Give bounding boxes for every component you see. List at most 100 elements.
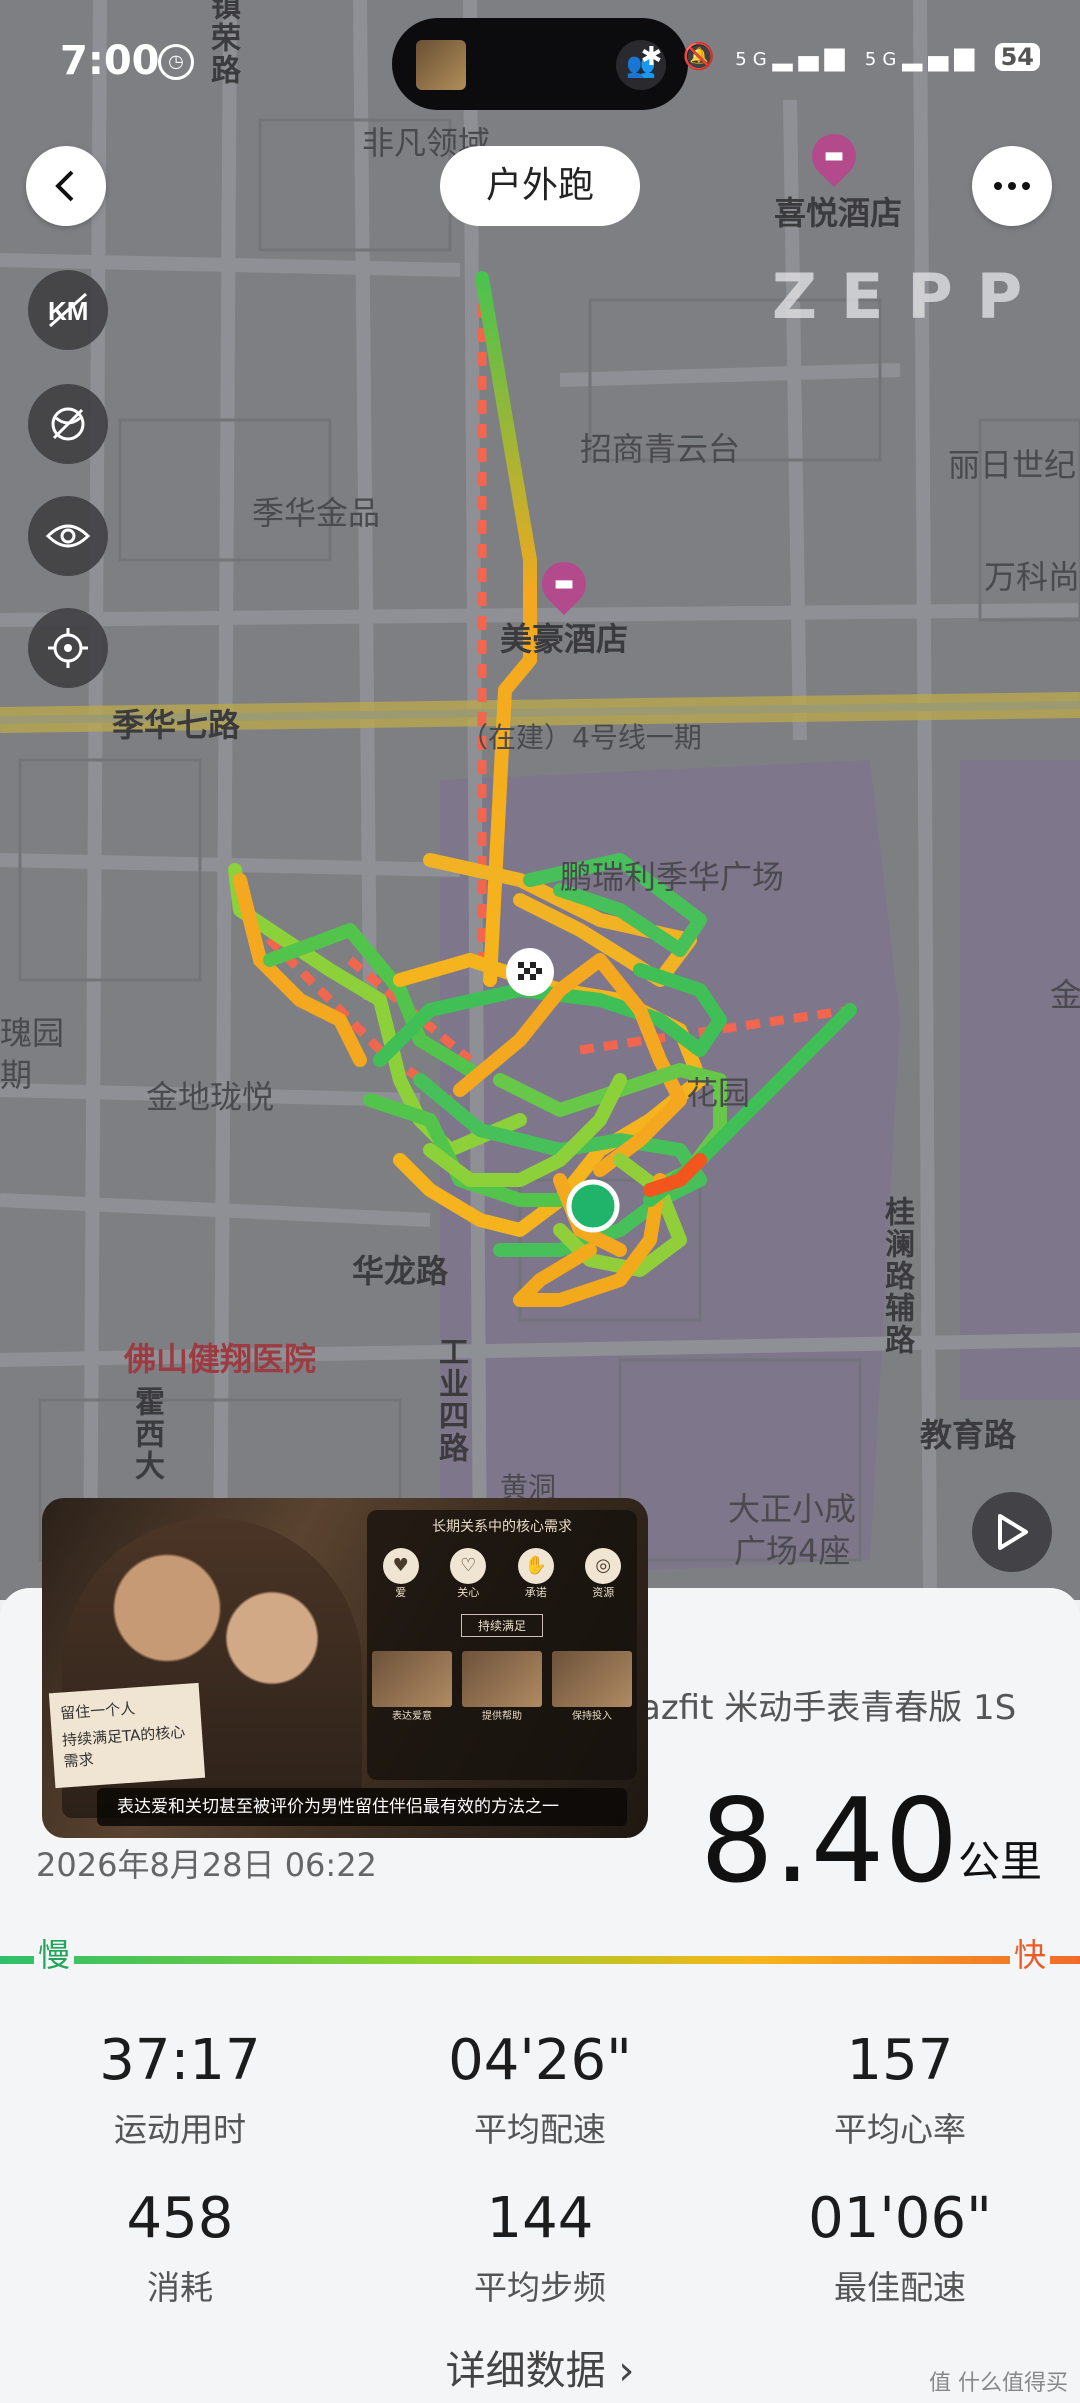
km-marker-toggle[interactable]: KM bbox=[28, 270, 108, 350]
ad-icon-label: 关心 bbox=[457, 1586, 480, 1599]
ad-icon-label: 资源 bbox=[592, 1586, 615, 1599]
ad-photo-label: 保持投入 bbox=[572, 1711, 612, 1722]
ad-icon-label: 承诺 bbox=[524, 1586, 547, 1599]
stat-label: 最佳配速 bbox=[834, 2268, 966, 2307]
back-button[interactable] bbox=[26, 146, 106, 226]
map-label: 招商青云台 bbox=[580, 430, 741, 468]
stat-value: 458 bbox=[126, 2186, 234, 2251]
network-label: 5G bbox=[735, 49, 773, 70]
detail-data-link[interactable]: 详细数据 › bbox=[0, 2338, 1080, 2396]
ad-photo-label: 表达爱意 bbox=[392, 1711, 432, 1722]
ad-photo-item: 提供帮助 bbox=[462, 1651, 542, 1722]
map-label-road: 桂澜路辅路 bbox=[879, 1196, 914, 1356]
distance-unit: 公里 bbox=[958, 1837, 1043, 1886]
ad-box: 持续满足 bbox=[461, 1614, 543, 1637]
ad-note-line: 持续满足TA的核心需求 bbox=[61, 1722, 186, 1771]
status-bar: 7:00 ◷ 👥 ✱ 🔕 5G▂▄▆ 5G▂▄▆ 54 bbox=[0, 0, 1080, 130]
handshake-icon: ✋ bbox=[517, 1548, 554, 1584]
media-thumbnail bbox=[416, 40, 466, 90]
crosshair-icon bbox=[48, 628, 88, 668]
signal-icon: ▂▄▆ bbox=[772, 42, 851, 72]
stat-value: 144 bbox=[486, 2186, 594, 2251]
stat-value: 04'26" bbox=[448, 2028, 632, 2093]
bluetooth-icon: ✱ bbox=[640, 42, 669, 72]
ad-photo-label: 提供帮助 bbox=[482, 1711, 522, 1722]
zepp-watermark: ZEPP bbox=[772, 260, 1047, 333]
network-label-2: 5G bbox=[864, 49, 903, 70]
hotel-pin-icon: ▬ bbox=[802, 124, 866, 188]
map-label-road: 华龙路 bbox=[352, 1252, 449, 1290]
hotel-pin-icon: ▬ bbox=[532, 552, 596, 616]
heart-icon: ♥ bbox=[382, 1548, 419, 1584]
fast-label: 快 bbox=[1010, 1930, 1051, 1976]
battery-icon: 54 bbox=[994, 43, 1040, 71]
ad-icon-row: ♥ 爱 ♡ 关心 ✋ 承诺 ◎ 资源 bbox=[367, 1548, 637, 1600]
visibility-toggle[interactable] bbox=[28, 496, 108, 576]
ad-note-line: 留住一个人 bbox=[59, 1699, 136, 1723]
ad-photo-thumb bbox=[552, 1651, 632, 1707]
globe-off-icon bbox=[51, 407, 85, 441]
ad-icon-resources: ◎ 资源 bbox=[583, 1548, 623, 1600]
map-label: 季华金品 bbox=[252, 494, 381, 532]
stat-avg-pace: 04'26" 平均配速 bbox=[370, 2028, 710, 2151]
eye-icon bbox=[46, 524, 90, 548]
replay-button[interactable] bbox=[972, 1492, 1052, 1572]
alarm-clock-icon: ◷ bbox=[158, 44, 194, 80]
map-label: 金地珑悦 bbox=[146, 1078, 275, 1116]
pace-gradient-bar bbox=[0, 1956, 1080, 1964]
distance-value: 8.40 bbox=[700, 1774, 959, 1909]
map-label: 瑰园 bbox=[0, 1014, 65, 1052]
status-time: 7:00 bbox=[60, 38, 160, 84]
device-name: azfit 米动手表青春版 1S bbox=[640, 1688, 1017, 1728]
stat-value: 37:17 bbox=[99, 2028, 261, 2093]
map-label-road: 教育路 bbox=[920, 1416, 1017, 1454]
coins-icon: ◎ bbox=[585, 1548, 622, 1584]
route-map[interactable]: 镇荣路 非凡领域 ▬ 喜悦酒店 招商青云台 季华金品 丽日世纪 万科尚 ▬ 美豪… bbox=[0, 0, 1080, 1600]
map-label: 丽日世纪 bbox=[948, 446, 1077, 484]
ad-photo-row: 表达爱意 提供帮助 保持投入 bbox=[367, 1651, 637, 1722]
ad-icon-love: ♥ 爱 bbox=[381, 1548, 421, 1600]
map-label-hospital: 佛山健翔医院 bbox=[124, 1340, 317, 1378]
stat-label: 平均心率 bbox=[834, 2110, 966, 2149]
map-style-toggle[interactable] bbox=[28, 384, 108, 464]
map-label: 广场4座 bbox=[734, 1532, 851, 1570]
map-label-road: 季华七路 bbox=[112, 706, 241, 744]
stat-value: 157 bbox=[846, 2028, 954, 2093]
locate-button[interactable] bbox=[28, 608, 108, 688]
stat-duration: 37:17 运动用时 bbox=[10, 2028, 350, 2151]
site-watermark: 值 什么值得买 bbox=[929, 2371, 1068, 2396]
ad-photo-item: 表达爱意 bbox=[372, 1651, 452, 1722]
more-button[interactable] bbox=[972, 146, 1052, 226]
map-label: 花园 bbox=[686, 1074, 751, 1112]
map-label: 金 bbox=[1050, 976, 1080, 1014]
workout-datetime: 2026年8月28日 06:22 bbox=[36, 1846, 377, 1884]
stat-label: 平均配速 bbox=[474, 2110, 606, 2149]
ad-photo-thumb bbox=[372, 1651, 452, 1707]
map-label: 鹏瑞利季华广场 bbox=[560, 858, 785, 896]
more-dots-icon bbox=[994, 182, 1030, 190]
signal-icon: ▂▄▆ bbox=[902, 42, 981, 72]
map-label: 万科尚 bbox=[984, 558, 1080, 596]
chevron-left-icon bbox=[55, 170, 74, 202]
ad-caption: 表达爱和关切甚至被评价为男性留住伴侣最有效的方法之一 bbox=[97, 1788, 627, 1826]
map-label-road: 工业四路 bbox=[433, 1336, 468, 1464]
page-title: 户外跑 bbox=[440, 146, 640, 226]
km-hidden-icon: KM bbox=[48, 292, 88, 328]
map-label-road: 霍西大 bbox=[129, 1386, 164, 1482]
ad-infographic: 长期关系中的核心需求 ♥ 爱 ♡ 关心 ✋ 承诺 ◎ 资源 持续满足 表达爱意 提供帮助… bbox=[367, 1510, 637, 1780]
stat-avg-heart-rate: 157 平均心率 bbox=[730, 2028, 1070, 2151]
ad-photo-item: 保持投入 bbox=[552, 1651, 632, 1722]
ad-note: 留住一个人 持续满足TA的核心需求 bbox=[48, 1682, 206, 1789]
slow-label: 慢 bbox=[34, 1930, 75, 1976]
map-label-hotel: 喜悦酒店 bbox=[774, 194, 903, 232]
ad-panel-title: 长期关系中的核心需求 bbox=[432, 1519, 572, 1535]
ad-icon-promise: ✋ 承诺 bbox=[516, 1548, 556, 1600]
map-label-metro: （在建）4号线一期 bbox=[460, 721, 702, 754]
map-label: 期 bbox=[0, 1056, 33, 1094]
stat-label: 运动用时 bbox=[114, 2110, 246, 2149]
care-icon: ♡ bbox=[450, 1548, 487, 1584]
stat-calories: 458 消耗 bbox=[10, 2186, 350, 2309]
play-icon bbox=[998, 1514, 1028, 1550]
status-icons: ✱ 🔕 5G▂▄▆ 5G▂▄▆ 54 bbox=[641, 42, 1040, 72]
ad-overlay[interactable]: 留住一个人 持续满足TA的核心需求 长期关系中的核心需求 ♥ 爱 ♡ 关心 ✋ 承诺 … bbox=[42, 1498, 648, 1838]
